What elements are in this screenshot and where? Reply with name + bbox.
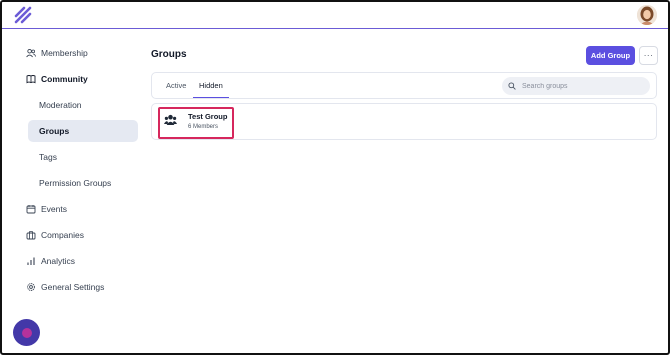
group-name[interactable]: Test Group [188, 112, 227, 121]
app-window: Membership Community Moderation Groups T… [0, 0, 670, 355]
sidebar-item-label: Companies [41, 230, 84, 240]
sidebar-item-label: Tags [39, 152, 57, 162]
users-icon [26, 48, 36, 58]
add-group-button[interactable]: Add Group [586, 46, 635, 65]
search-icon [508, 82, 516, 90]
sidebar-item-community[interactable]: Community [26, 68, 136, 90]
sidebar-item-label: Moderation [39, 100, 82, 110]
more-options-button[interactable]: ··· [639, 46, 658, 65]
chat-icon [21, 327, 32, 338]
sidebar-item-moderation[interactable]: Moderation [28, 94, 138, 116]
tabs-bar: Active Hidden [151, 72, 657, 99]
tab-hidden[interactable]: Hidden [193, 73, 229, 98]
sidebar-item-label: Events [41, 204, 67, 214]
search-box[interactable] [502, 77, 650, 95]
sidebar-item-analytics[interactable]: Analytics [26, 250, 136, 272]
sidebar-item-tags[interactable]: Tags [28, 146, 138, 168]
group-list-item[interactable]: Test Group 6 Members [151, 103, 657, 140]
page-title: Groups [151, 49, 187, 60]
calendar-icon [26, 205, 36, 214]
sidebar-item-label: Groups [39, 126, 70, 136]
help-chat-button[interactable] [13, 319, 40, 346]
app-logo-icon[interactable] [13, 6, 33, 24]
bar-chart-icon [27, 257, 35, 265]
sidebar-item-groups[interactable]: Groups [28, 120, 138, 142]
top-bar [2, 2, 668, 29]
sidebar-item-label: Membership [41, 48, 88, 58]
group-icon [164, 114, 177, 125]
tab-active[interactable]: Active [166, 73, 186, 98]
sidebar-item-general-settings[interactable]: General Settings [26, 276, 136, 298]
sidebar-item-events[interactable]: Events [26, 198, 136, 220]
sidebar-item-label: Analytics [41, 256, 76, 266]
gear-icon [27, 283, 35, 291]
group-member-count: 6 Members [188, 124, 219, 130]
sidebar-item-companies[interactable]: Companies [26, 224, 136, 246]
sidebar-item-permission-groups[interactable]: Permission Groups [28, 172, 138, 194]
briefcase-icon [26, 231, 36, 240]
sidebar-item-membership[interactable]: Membership [26, 42, 136, 64]
sidebar-item-label: Permission Groups [39, 178, 112, 188]
user-avatar[interactable] [637, 5, 657, 25]
sidebar-item-label: Community [41, 74, 88, 84]
sidebar-item-label: General Settings [41, 282, 105, 292]
search-input[interactable] [522, 82, 642, 90]
book-icon [26, 75, 36, 84]
